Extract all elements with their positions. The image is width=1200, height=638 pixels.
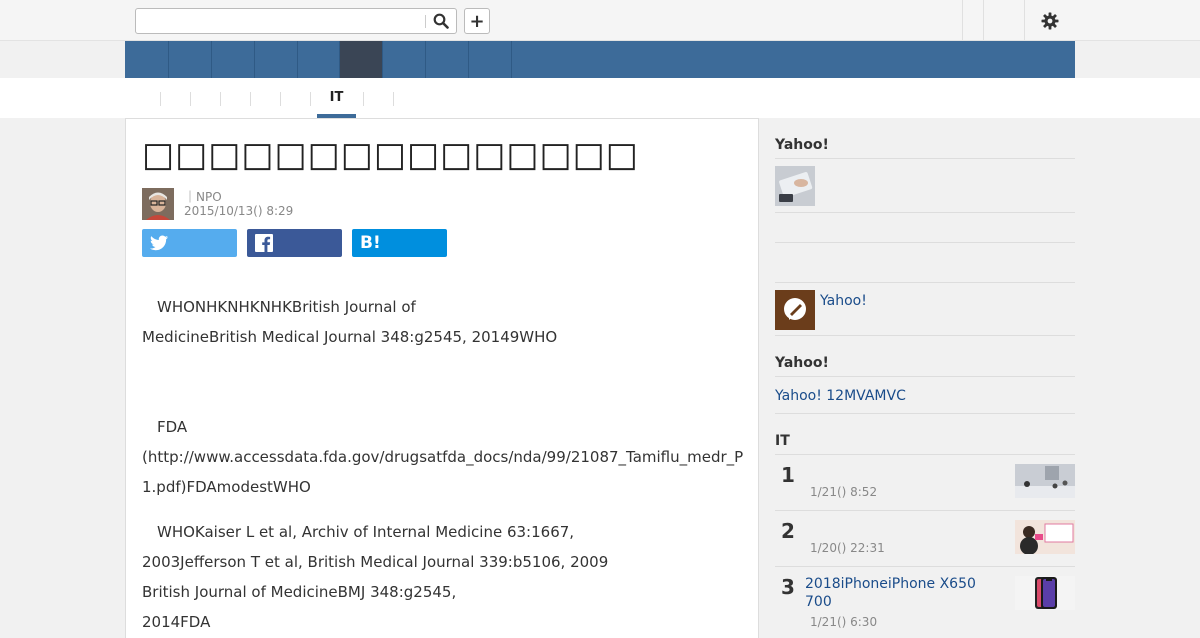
divider	[775, 212, 1075, 213]
divider	[775, 454, 1075, 455]
article-paragraph: WHOKaiser L et al, Archiv of Internal Me…	[142, 517, 747, 637]
article-paragraph: FDA (http://www.accessdata.fda.gov/drugs…	[142, 412, 747, 502]
article-title: □□□□□□□□□□□□□□□	[142, 135, 639, 175]
text-line: 1.pdf)FDAmodestWHO	[142, 478, 311, 496]
text-line: 2014FDA	[142, 613, 211, 631]
sidebar-link[interactable]: Yahoo!	[820, 293, 867, 309]
divider	[775, 242, 1075, 243]
share-facebook-button[interactable]	[247, 229, 342, 257]
search-box	[135, 8, 457, 34]
nav-item[interactable]	[255, 41, 298, 78]
ranking-item-date: 1/21() 8:52	[810, 485, 878, 499]
divider	[775, 413, 1075, 414]
author-name[interactable]: ｜NPO	[184, 188, 222, 205]
subnav-tab-it[interactable]: IT	[317, 78, 356, 118]
laptop-photo	[775, 166, 815, 206]
nav-item[interactable]	[169, 41, 212, 78]
subnav-divider	[160, 92, 161, 106]
search-icon	[433, 13, 449, 29]
text-line: 2003Jefferson T et al, British Medical J…	[142, 553, 609, 571]
nav-item[interactable]	[383, 41, 426, 78]
thumbnail[interactable]	[775, 166, 815, 206]
main-nav	[125, 41, 1075, 78]
sub-nav	[0, 78, 1200, 118]
toolbar-divider	[1024, 0, 1025, 40]
add-button[interactable]: +	[464, 8, 490, 34]
sidebar: Yahoo! Yahoo! Yahoo! Yahoo! 12MVAMVC IT …	[775, 118, 1075, 638]
rank-number: 2	[781, 519, 795, 543]
nav-item[interactable]	[212, 41, 255, 78]
article: □□□□□□□□□□□□□□□ ｜NPO 2015/10/13() 8:29 B…	[125, 118, 759, 638]
share-twitter-button[interactable]	[142, 229, 237, 257]
toolbar-divider	[983, 0, 984, 40]
gear-icon	[1041, 12, 1059, 30]
sidebar-link[interactable]: Yahoo! 12MVAMVC	[775, 388, 906, 404]
text-line: FDA	[142, 418, 188, 436]
post-date: 2015/10/13() 8:29	[184, 204, 294, 218]
ranking-thumbnail[interactable]	[1015, 576, 1075, 610]
divider	[775, 282, 1075, 283]
nav-item[interactable]	[469, 41, 512, 78]
divider	[775, 158, 1075, 159]
rank-number: 3	[781, 575, 795, 599]
text-line: WHONHKNHKNHKBritish Journal of	[142, 298, 416, 316]
search-divider	[425, 15, 426, 28]
author-avatar[interactable]	[142, 188, 174, 220]
ranking-item-date: 1/21() 6:30	[810, 615, 878, 629]
nav-item[interactable]	[426, 41, 469, 78]
sidebar-heading: Yahoo!	[775, 355, 829, 371]
subnav-divider	[220, 92, 221, 106]
search-input[interactable]	[137, 10, 425, 32]
subnav-divider	[310, 92, 311, 106]
article-paragraph: WHONHKNHKNHKBritish Journal of MedicineB…	[142, 292, 747, 352]
ranking-thumbnail[interactable]	[1015, 464, 1075, 498]
rank-number: 1	[781, 463, 795, 487]
avatar-image	[142, 188, 174, 220]
hatena-icon: B!	[360, 233, 381, 253]
sidebar-heading: Yahoo!	[775, 137, 829, 153]
top-bar: +	[125, 0, 1075, 41]
text-line: MedicineBritish Medical Journal 348:g254…	[142, 328, 558, 346]
thumbnail[interactable]	[775, 290, 815, 330]
text-line: WHOKaiser L et al, Archiv of Internal Me…	[142, 523, 575, 541]
text-line[interactable]: (http://www.accessdata.fda.gov/drugsatfd…	[142, 442, 747, 472]
ranking-item-title[interactable]: 2018iPhoneiPhone X650 700	[805, 575, 995, 611]
subnav-divider	[190, 92, 191, 106]
divider	[775, 566, 1075, 567]
snow-photo	[1015, 464, 1075, 498]
ranking-heading: IT	[775, 433, 790, 449]
search-button[interactable]	[430, 12, 452, 30]
facebook-icon	[255, 234, 273, 252]
nav-item[interactable]	[298, 41, 340, 78]
pen-icon	[775, 290, 815, 330]
iphone-photo	[1015, 576, 1075, 610]
share-hatena-button[interactable]: B!	[352, 229, 447, 257]
ranking-item-date: 1/20() 22:31	[810, 541, 885, 555]
toolbar-divider	[962, 0, 963, 40]
subnav-divider	[280, 92, 281, 106]
subnav-divider	[363, 92, 364, 106]
event-photo	[1015, 520, 1075, 554]
twitter-icon	[150, 235, 168, 251]
divider	[775, 335, 1075, 336]
nav-item[interactable]	[125, 41, 169, 78]
subnav-divider	[250, 92, 251, 106]
divider	[775, 510, 1075, 511]
settings-button[interactable]	[1039, 10, 1061, 32]
divider	[775, 376, 1075, 377]
ranking-thumbnail[interactable]	[1015, 520, 1075, 554]
subnav-divider	[393, 92, 394, 106]
text-line: British Journal of MedicineBMJ 348:g2545…	[142, 583, 457, 601]
nav-item-active[interactable]	[340, 41, 383, 78]
